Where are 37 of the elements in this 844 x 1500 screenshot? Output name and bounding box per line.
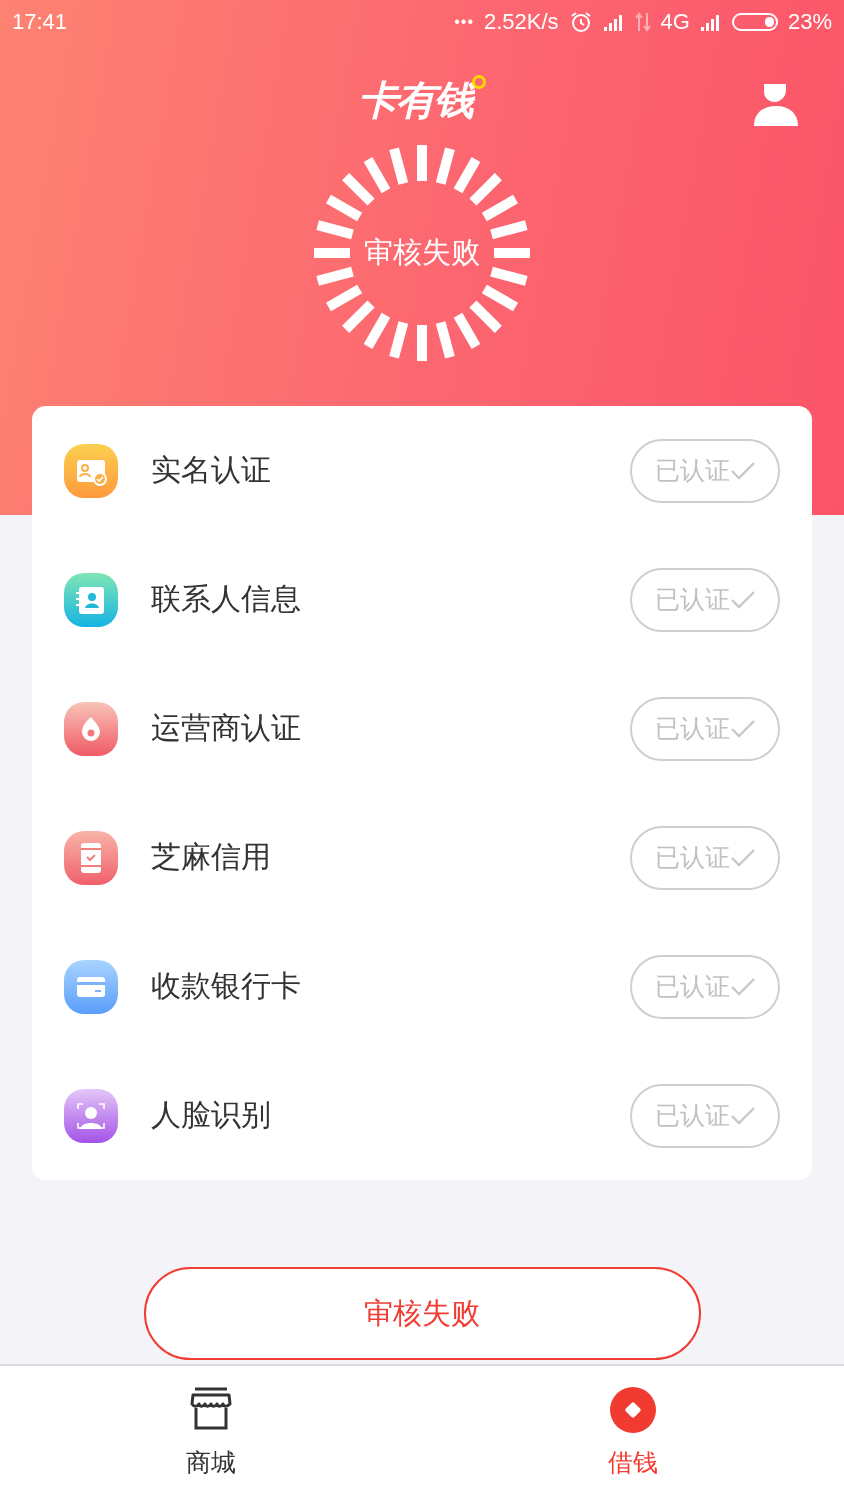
verification-label: 运营商认证	[151, 709, 302, 747]
app-logo: 卡有钱	[358, 72, 486, 128]
contact-book-icon	[64, 572, 118, 627]
verification-label: 联系人信息	[151, 580, 302, 618]
verified-badge[interactable]: 已认证	[630, 1083, 780, 1148]
review-status: 审核失败	[364, 234, 480, 271]
network-speed: 2.52K/s	[484, 9, 559, 35]
data-arrows-icon	[634, 11, 651, 33]
verified-badge[interactable]: 已认证	[630, 696, 780, 761]
network-type: 4G	[660, 9, 690, 35]
verified-badge[interactable]: 已认证	[630, 567, 780, 632]
nav-tab[interactable]: 商城	[151, 1366, 271, 1500]
face-scan-icon	[64, 1088, 118, 1143]
verified-badge[interactable]: 已认证	[630, 438, 780, 503]
review-status-button[interactable]: 审核失败	[143, 1267, 701, 1360]
verification-label: 收款银行卡	[151, 967, 302, 1005]
battery-icon	[731, 13, 778, 31]
checkmark-icon	[729, 460, 756, 481]
status-time: 17:41	[12, 9, 68, 35]
verification-label: 人脸识别	[151, 1096, 272, 1134]
checkmark-icon	[729, 1105, 756, 1126]
checkmark-icon	[729, 589, 756, 610]
bank-card-icon	[64, 959, 118, 1014]
verification-label: 芝麻信用	[151, 838, 272, 876]
diamond-coin-icon	[609, 1386, 657, 1434]
phone-check-icon	[64, 830, 118, 885]
drop-icon	[64, 701, 118, 756]
id-card-icon	[64, 443, 118, 498]
checkmark-icon	[729, 847, 756, 868]
checkmark-icon	[729, 718, 756, 739]
nav-tab[interactable]: 借钱	[573, 1366, 693, 1500]
battery-percent: 23%	[787, 9, 832, 35]
verified-badge[interactable]: 已认证	[630, 954, 780, 1019]
checkmark-icon	[729, 976, 756, 997]
verified-badge[interactable]: 已认证	[630, 825, 780, 890]
more-dots: •••	[454, 13, 474, 31]
verification-label: 实名认证	[151, 451, 272, 489]
